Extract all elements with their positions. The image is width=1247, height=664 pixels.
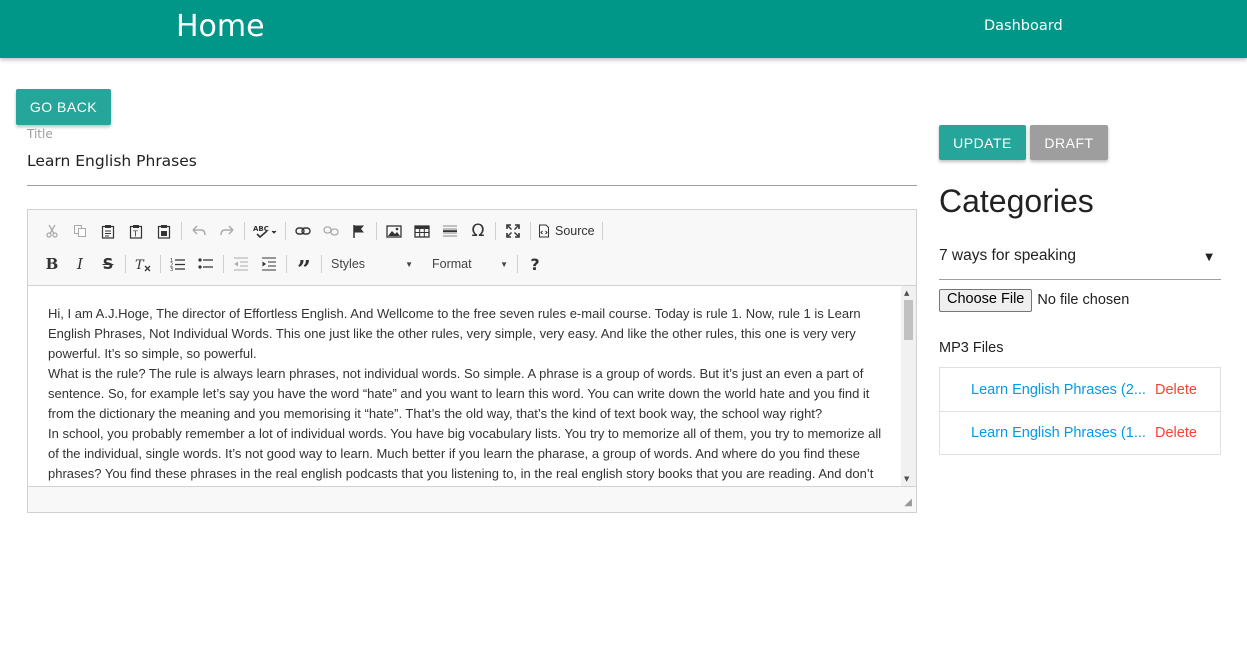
toolbar-separator — [530, 222, 531, 240]
svg-text:T: T — [132, 229, 138, 238]
update-button[interactable]: UPDATE — [939, 125, 1026, 160]
toolbar-separator — [517, 255, 518, 273]
go-back-button[interactable]: GO BACK — [16, 89, 111, 125]
category-select[interactable]: 7 ways for speaking ▼ — [939, 238, 1221, 280]
categories-title: Categories — [939, 183, 1094, 219]
table-icon[interactable] — [408, 219, 436, 243]
toolbar-separator — [223, 255, 224, 273]
scrollbar-thumb[interactable] — [904, 300, 913, 340]
link-icon[interactable] — [289, 219, 317, 243]
format-dropdown[interactable]: Format ▼ — [426, 252, 514, 276]
editor-scrollbar[interactable]: ▲ ▼ — [901, 286, 916, 486]
delete-link[interactable]: Delete — [1155, 382, 1197, 398]
anchor-icon[interactable] — [345, 219, 373, 243]
horizontal-line-icon[interactable] — [436, 219, 464, 243]
toolbar-separator — [376, 222, 377, 240]
special-char-icon[interactable]: Ω — [464, 219, 492, 243]
italic-icon[interactable]: I — [66, 252, 94, 276]
delete-link[interactable]: Delete — [1155, 425, 1197, 441]
content-paragraph: In school, you probably remember a lot o… — [48, 426, 882, 481]
mp3-file-link[interactable]: Learn English Phrases (1... — [971, 425, 1151, 441]
format-label: Format — [432, 257, 472, 271]
toolbar-separator — [125, 255, 126, 273]
source-button[interactable]: Source — [534, 224, 599, 238]
editor-toolbar: T ABC Ω Source B I S T 1 2 3 ” Styles ▼ … — [28, 210, 916, 286]
unlink-icon[interactable] — [317, 219, 345, 243]
caret-down-icon: ▼ — [1205, 252, 1213, 263]
editor-statusbar: ◢ — [28, 486, 916, 512]
resize-handle-icon[interactable]: ◢ — [904, 497, 912, 508]
strikethrough-icon[interactable]: S — [94, 252, 122, 276]
dashboard-link[interactable]: Dashboard — [984, 18, 1063, 34]
toolbar-separator — [422, 255, 423, 273]
paste-text-icon[interactable]: T — [122, 219, 150, 243]
toolbar-separator — [495, 222, 496, 240]
undo-icon[interactable] — [185, 219, 213, 243]
source-label: Source — [555, 224, 595, 238]
styles-dropdown[interactable]: Styles ▼ — [325, 252, 419, 276]
chevron-down-icon: ▼ — [405, 259, 413, 269]
mp3-file-link[interactable]: Learn English Phrases (2... — [971, 382, 1151, 398]
maximize-icon[interactable] — [499, 219, 527, 243]
numbered-list-icon[interactable]: 123 — [164, 252, 192, 276]
copy-icon[interactable] — [66, 219, 94, 243]
svg-text:T: T — [135, 258, 145, 272]
file-status: No file chosen — [1037, 292, 1130, 308]
title-value: Learn English Phrases — [27, 152, 197, 170]
outdent-icon[interactable] — [227, 252, 255, 276]
toolbar-separator — [285, 222, 286, 240]
remove-format-icon[interactable]: T — [129, 252, 157, 276]
spellcheck-icon[interactable]: ABC — [248, 219, 282, 243]
styles-label: Styles — [331, 257, 366, 271]
brand-title[interactable]: Home — [176, 9, 265, 44]
toolbar-separator — [286, 255, 287, 273]
help-icon[interactable]: ? — [521, 252, 549, 276]
indent-icon[interactable] — [255, 252, 283, 276]
image-icon[interactable] — [380, 219, 408, 243]
rich-text-editor: T ABC Ω Source B I S T 1 2 3 ” Styles ▼ … — [27, 209, 917, 513]
category-selected-value: 7 ways for speaking — [939, 247, 1076, 264]
title-input[interactable]: Learn English Phrases — [27, 152, 917, 186]
editor-content[interactable]: Hi, I am A.J.Hoge, The director of Effor… — [28, 286, 916, 486]
bold-icon[interactable]: B — [38, 252, 66, 276]
toolbar-separator — [181, 222, 182, 240]
content-paragraph: What is the rule? The rule is always lea… — [48, 366, 870, 421]
scroll-up-icon[interactable]: ▲ — [904, 289, 909, 297]
list-item: Learn English Phrases (2... Delete — [940, 368, 1220, 411]
cut-icon[interactable] — [38, 219, 66, 243]
choose-file-button[interactable]: Choose File — [939, 288, 1033, 312]
toolbar-separator — [601, 222, 603, 240]
toolbar-separator — [321, 255, 322, 273]
mp3-files-label: MP3 Files — [939, 340, 1004, 356]
top-navbar: Home Dashboard — [0, 0, 1247, 58]
draft-button[interactable]: DRAFT — [1030, 125, 1108, 160]
mp3-file-list: Learn English Phrases (2... Delete Learn… — [939, 367, 1221, 455]
title-label: Title — [27, 127, 53, 141]
blockquote-icon[interactable]: ” — [290, 252, 318, 284]
toolbar-separator — [244, 222, 245, 240]
source-icon — [539, 224, 549, 238]
list-item: Learn English Phrases (1... Delete — [940, 411, 1220, 454]
paste-icon[interactable] — [94, 219, 122, 243]
content-paragraph: Hi, I am A.J.Hoge, The director of Effor… — [48, 306, 861, 361]
paste-word-icon[interactable] — [150, 219, 178, 243]
bulleted-list-icon[interactable] — [192, 252, 220, 276]
svg-text:3: 3 — [170, 267, 173, 271]
redo-icon[interactable] — [213, 219, 241, 243]
scroll-down-icon[interactable]: ▼ — [904, 475, 909, 483]
file-upload: Choose File No file chosen — [939, 288, 1129, 312]
chevron-down-icon: ▼ — [500, 259, 508, 269]
toolbar-separator — [160, 255, 161, 273]
